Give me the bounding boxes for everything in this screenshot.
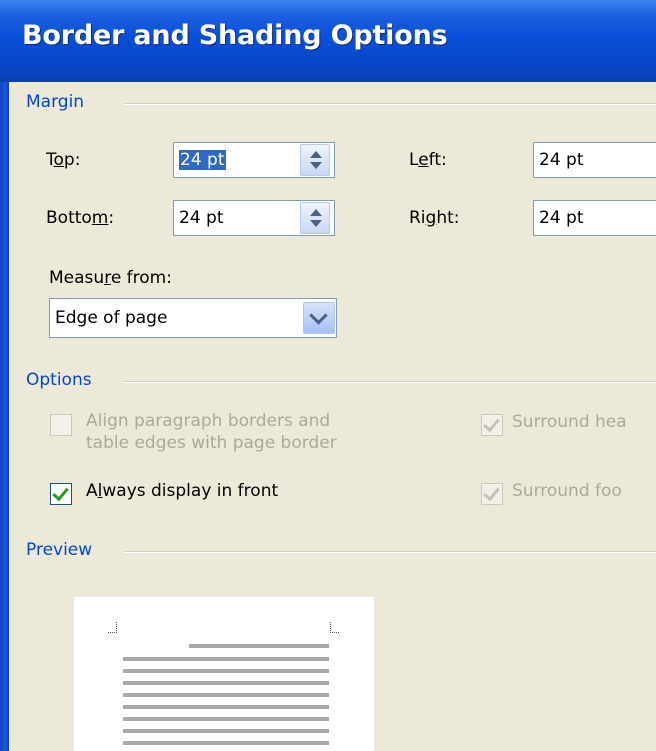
spin-down-icon [310,220,322,227]
chevron-down-icon [309,306,328,325]
spin-up-icon [310,151,322,158]
preview-group-divider [124,551,656,553]
right-margin-value: 24 pt [539,208,584,228]
preview-line [123,729,329,733]
bottom-label: Bottom: [46,208,115,228]
checkmark-icon [52,483,69,502]
top-label: Top: [46,150,81,170]
surround-footer-label: Surround foo [512,481,622,501]
top-margin-value: 24 pt [179,150,226,170]
corner-mark-right [330,622,339,633]
align-paragraph-checkbox[interactable] [50,414,72,436]
preview-line [123,669,329,673]
options-group-label: Options [26,370,92,390]
checkmark-icon [483,414,500,433]
preview-line [123,657,329,661]
preview-line [123,705,329,709]
window-frame-left [0,82,9,751]
preview-line [123,717,329,721]
always-display-front-checkbox[interactable] [50,483,72,505]
always-display-front-label: Always display in front [86,481,279,501]
right-margin-input[interactable]: 24 pt [533,200,656,236]
measure-from-value: Edge of page [55,308,168,328]
margin-group-divider [124,103,656,105]
title-bar[interactable]: Border and Shading Options [0,0,656,82]
preview-page [74,597,374,751]
options-group-divider [124,381,656,383]
left-margin-value: 24 pt [539,150,584,170]
preview-line [189,644,329,648]
measure-from-label: Measure from: [49,268,172,288]
preview-group-label: Preview [26,540,93,560]
bottom-margin-spinner[interactable] [300,202,330,234]
spin-up-icon [310,209,322,216]
measure-from-dropdown[interactable]: Edge of page [49,298,337,338]
align-paragraph-label: Align paragraph borders and table edges w… [86,411,337,453]
preview-line [123,693,329,697]
bottom-margin-value: 24 pt [179,208,224,228]
checkmark-icon [483,483,500,502]
preview-line [123,681,329,685]
surround-header-checkbox[interactable] [481,414,503,436]
measure-from-dropdown-button[interactable] [303,302,335,334]
preview-line [123,741,329,745]
top-margin-spinner[interactable] [300,144,330,176]
surround-header-label: Surround hea [512,412,627,432]
spin-down-icon [310,162,322,169]
surround-footer-checkbox[interactable] [481,483,503,505]
left-label: Left: [409,150,447,170]
corner-mark-left [108,622,117,633]
margin-group-label: Margin [26,92,85,112]
right-label: Right: [409,208,460,228]
left-margin-input[interactable]: 24 pt [533,142,656,178]
dialog-title: Border and Shading Options [22,20,448,51]
